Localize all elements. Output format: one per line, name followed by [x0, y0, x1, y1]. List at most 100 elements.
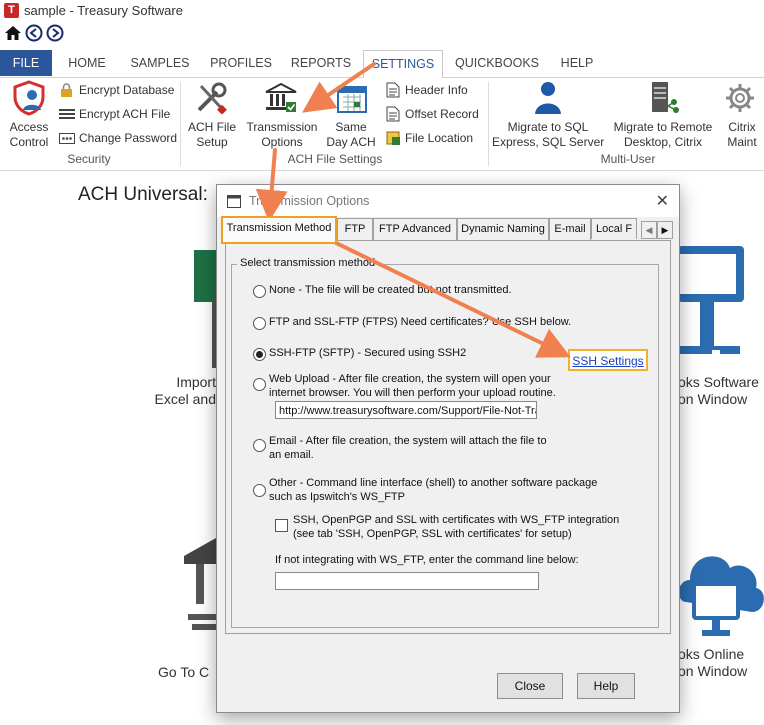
- monitor-icon[interactable]: [678, 246, 748, 368]
- offset-record-label: Offset Record: [405, 107, 479, 121]
- tab-help[interactable]: HELP: [552, 50, 602, 76]
- tools-icon: [197, 82, 227, 114]
- users-icon: [535, 82, 561, 114]
- migrate-remote-label: Migrate to Remote Desktop, Citrix: [613, 120, 713, 149]
- tab-reports[interactable]: REPORTS: [286, 50, 356, 76]
- dialog-app-icon: [227, 195, 241, 208]
- cloud-monitor-icon[interactable]: [676, 532, 764, 648]
- ach-file-settings-group-label: ACH File Settings: [287, 152, 383, 166]
- forward-icon[interactable]: [46, 24, 64, 42]
- option-email-label: Email - After file creation, the system …: [269, 435, 547, 461]
- calendar-icon: [337, 86, 367, 113]
- multi-user-group-label: Multi-User: [600, 152, 656, 166]
- quickbooks-desktop-label[interactable]: oks Software on Window: [678, 374, 764, 408]
- tab-ftp-advanced[interactable]: FTP Advanced: [373, 218, 457, 240]
- access-control-button[interactable]: Access Control: [4, 80, 54, 150]
- header-info-label: Header Info: [405, 83, 468, 97]
- header-info-button[interactable]: Header Info: [384, 82, 484, 100]
- tab-transmission-method[interactable]: Transmission Method: [221, 216, 337, 244]
- back-icon[interactable]: [25, 24, 43, 42]
- ribbon-body: Access Control Encrypt Database Encrypt …: [0, 78, 764, 171]
- command-line-label: If not integrating with WS_FTP, enter th…: [275, 554, 579, 566]
- tab-settings[interactable]: SETTINGS: [363, 50, 443, 78]
- ribbon-separator: [488, 82, 489, 166]
- citrix-maint-label: Citrix Maint: [727, 120, 757, 149]
- tab-profiles[interactable]: PROFILES: [204, 50, 278, 76]
- web-upload-url-field[interactable]: http://www.treasurysoftware.com/Support/…: [275, 401, 537, 419]
- option-web-upload-label: Web Upload - After file creation, the sy…: [269, 373, 556, 399]
- goto-label[interactable]: Go To C: [158, 664, 218, 681]
- import-excel-label[interactable]: Import Excel and: [150, 374, 216, 408]
- document-icon: [386, 106, 400, 122]
- option-none-label: None - The file will be created but not …: [269, 284, 512, 296]
- tab-quickbooks[interactable]: QUICKBOOKS: [450, 50, 544, 76]
- gear-icon: [726, 84, 754, 112]
- close-button[interactable]: Close: [497, 673, 563, 699]
- ach-file-setup-button[interactable]: ACH File Setup: [184, 80, 240, 150]
- tab-scroll-left-icon[interactable]: ◀: [641, 221, 657, 239]
- command-line-field[interactable]: [275, 572, 539, 590]
- change-password-label: Change Password: [79, 131, 178, 145]
- radio-ftp-ssl[interactable]: [253, 317, 266, 330]
- access-control-label: Access Control: [9, 120, 49, 149]
- ssh-settings-link[interactable]: SSH Settings: [568, 349, 648, 371]
- dialog-title-bar: Transmission Options ✕: [217, 185, 679, 217]
- encrypt-database-button[interactable]: Encrypt Database: [58, 82, 178, 100]
- encrypt-ach-file-button[interactable]: Encrypt ACH File: [58, 106, 178, 124]
- ribbon-separator: [180, 82, 181, 166]
- quickbooks-online-label[interactable]: oks Online on Window: [678, 646, 764, 680]
- file-location-button[interactable]: File Location: [384, 130, 484, 148]
- document-icon: [386, 82, 400, 98]
- password-icon: [59, 133, 75, 144]
- tab-dynamic-naming[interactable]: Dynamic Naming: [457, 218, 549, 240]
- tab-ftp[interactable]: FTP: [337, 218, 373, 240]
- migrate-sql-label: Migrate to SQL Express, SQL Server: [492, 120, 605, 149]
- ach-file-setup-label: ACH File Setup: [187, 120, 236, 149]
- same-day-ach-label: Same Day ACH: [326, 120, 376, 149]
- home-icon[interactable]: [4, 24, 22, 42]
- change-password-button[interactable]: Change Password: [58, 130, 178, 148]
- window-title: sample - Treasury Software: [24, 3, 183, 18]
- migrate-remote-button[interactable]: Migrate to Remote Desktop, Citrix: [606, 80, 720, 150]
- radio-other[interactable]: [253, 484, 266, 497]
- title-bar: T sample - Treasury Software: [0, 0, 764, 22]
- transmission-options-label: Transmission Options: [246, 120, 318, 149]
- shield-user-icon: [13, 80, 45, 116]
- radio-ssh-ftp[interactable]: [253, 348, 266, 361]
- encrypt-ach-file-label: Encrypt ACH File: [79, 107, 171, 121]
- same-day-ach-button[interactable]: Same Day ACH: [324, 80, 378, 150]
- bank-icon: [265, 82, 297, 112]
- security-group-label: Security: [67, 152, 111, 166]
- offset-record-button[interactable]: Offset Record: [384, 106, 484, 124]
- tab-samples[interactable]: SAMPLES: [124, 50, 196, 76]
- citrix-maint-button[interactable]: Citrix Maint: [720, 80, 764, 150]
- migrate-sql-button[interactable]: Migrate to SQL Express, SQL Server: [492, 80, 604, 150]
- close-icon[interactable]: ✕: [656, 191, 669, 211]
- file-location-icon: [386, 131, 400, 145]
- server-network-icon: [652, 82, 679, 113]
- tab-scroll-right-icon[interactable]: ▶: [657, 221, 673, 239]
- option-ftp-ssl-label: FTP and SSL-FTP (FTPS) Need certificates…: [269, 316, 572, 328]
- ws-ftp-checkbox-label: SSH, OpenPGP and SSL with certificates w…: [293, 514, 620, 540]
- help-button[interactable]: Help: [577, 673, 635, 699]
- radio-web-upload[interactable]: [253, 378, 266, 391]
- transmission-options-button[interactable]: Transmission Options: [244, 80, 320, 150]
- ws-ftp-checkbox[interactable]: [275, 519, 288, 532]
- tab-email[interactable]: E-mail: [549, 218, 591, 240]
- excel-icon[interactable]: [194, 250, 218, 302]
- transmission-options-dialog: Transmission Options ✕ Transmission Meth…: [216, 184, 680, 713]
- option-ssh-ftp-label: SSH-FTP (SFTP) - Secured using SSH2: [269, 347, 467, 359]
- group-label: Select transmission method: [237, 257, 379, 269]
- page-title: ACH Universal:: [78, 184, 208, 205]
- radio-email[interactable]: [253, 439, 266, 452]
- encrypted-file-icon: [59, 109, 75, 119]
- encrypt-database-label: Encrypt Database: [79, 83, 175, 97]
- radio-none[interactable]: [253, 285, 266, 298]
- tab-local-file[interactable]: Local F: [591, 218, 637, 239]
- tab-file[interactable]: FILE: [0, 50, 52, 76]
- dialog-title: Transmission Options: [249, 194, 370, 208]
- ribbon-tabs: FILE HOME SAMPLES PROFILES REPORTS SETTI…: [0, 50, 764, 78]
- tab-home[interactable]: HOME: [58, 50, 116, 76]
- app-icon: T: [4, 3, 19, 18]
- file-location-label: File Location: [405, 131, 474, 145]
